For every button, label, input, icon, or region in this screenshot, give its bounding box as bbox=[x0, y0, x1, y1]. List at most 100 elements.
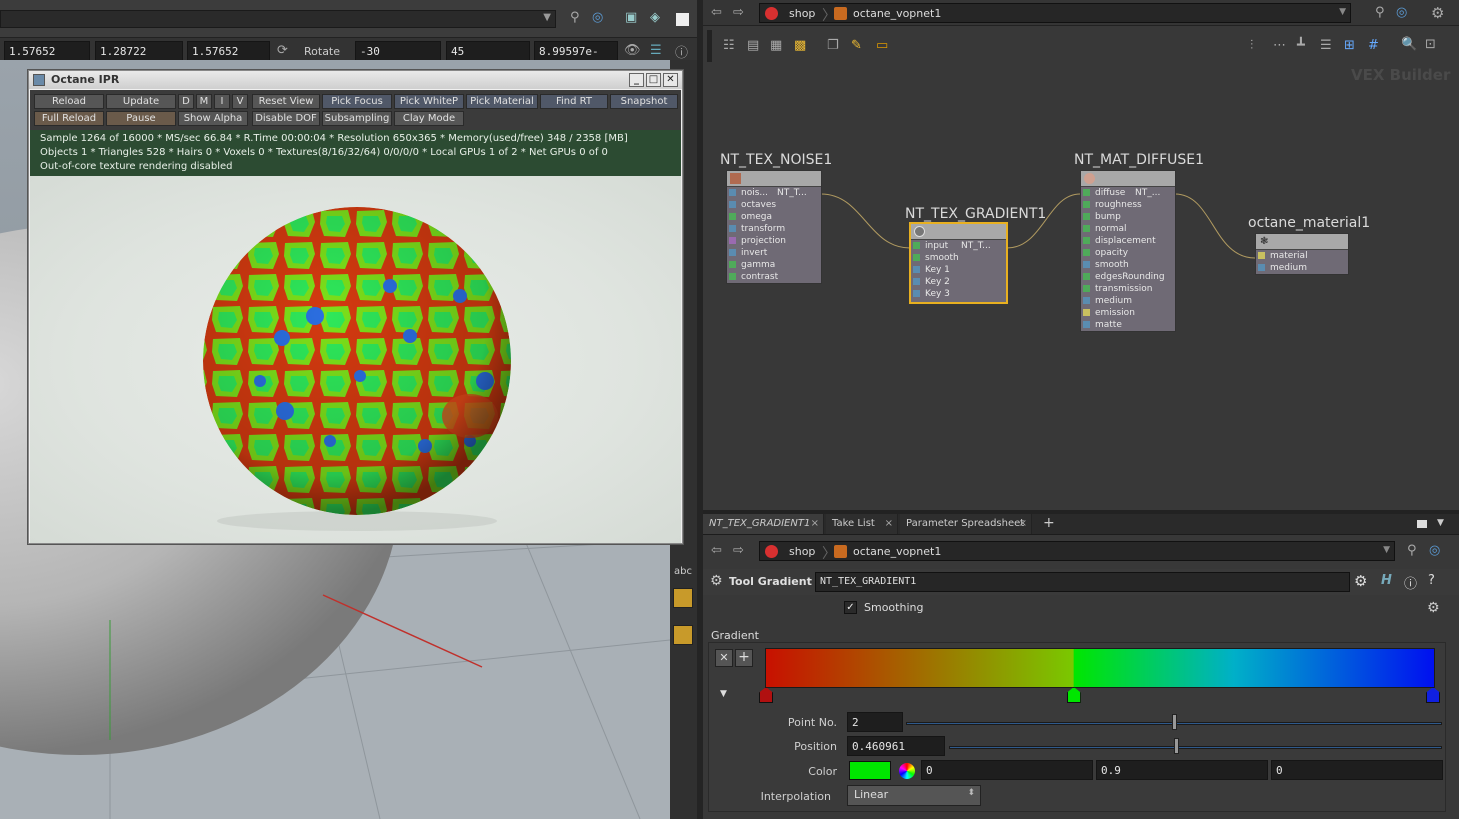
rotate-y-field[interactable]: 45 bbox=[446, 41, 530, 61]
port-smooth[interactable]: smooth bbox=[1081, 259, 1175, 271]
node-noise[interactable]: nois... NT_T... octaves omega transform p… bbox=[726, 170, 822, 284]
target-icon[interactable]: ◎ bbox=[592, 10, 603, 25]
image-icon[interactable] bbox=[673, 588, 693, 608]
port-invert[interactable]: invert bbox=[727, 247, 821, 259]
remove-point-button[interactable]: ✕ bbox=[715, 649, 733, 667]
port-medium[interactable]: medium bbox=[1081, 295, 1175, 307]
d-button[interactable]: D bbox=[178, 94, 194, 109]
port-smooth[interactable]: smooth bbox=[911, 252, 1006, 264]
interpolation-select[interactable]: Linear ⬍ bbox=[847, 785, 981, 806]
port-matte[interactable]: matte bbox=[1081, 319, 1175, 331]
color-wheel-icon[interactable] bbox=[899, 763, 915, 779]
tab-gradient[interactable]: NT_TEX_GRADIENT1 × bbox=[703, 514, 824, 534]
port-contrast[interactable]: contrast bbox=[727, 271, 821, 283]
gradient-ramp[interactable] bbox=[765, 648, 1435, 688]
position-field[interactable]: 0.460961 bbox=[847, 736, 945, 756]
node-material[interactable]: ❃ material medium bbox=[1255, 233, 1349, 275]
node-name-field[interactable]: NT_TEX_GRADIENT1 bbox=[815, 572, 1350, 592]
maximize-icon[interactable]: □ bbox=[646, 73, 661, 87]
port-omega[interactable]: omega bbox=[727, 211, 821, 223]
port-roughness[interactable]: roughness bbox=[1081, 199, 1175, 211]
pick-focus-button[interactable]: Pick Focus bbox=[322, 94, 392, 109]
point-no-field[interactable]: 2 bbox=[847, 712, 903, 732]
octane-title-bar[interactable]: Octane IPR _ □ ✕ bbox=[29, 71, 682, 89]
port-bump[interactable]: bump bbox=[1081, 211, 1175, 223]
add-point-button[interactable]: + bbox=[735, 649, 753, 667]
breadcrumb-vopnet[interactable]: octane_vopnet1 bbox=[853, 545, 941, 558]
help-icon[interactable]: ⓘ bbox=[675, 42, 688, 61]
smoothing-checkbox[interactable]: ✓ bbox=[844, 601, 857, 614]
breadcrumb-shop[interactable]: shop bbox=[789, 545, 815, 558]
node-header[interactable] bbox=[911, 224, 1006, 240]
node-title-material[interactable]: octane_material1 bbox=[1248, 215, 1370, 231]
info-icon[interactable]: ⓘ bbox=[1404, 573, 1417, 592]
v-button[interactable]: V bbox=[232, 94, 248, 109]
port-key3[interactable]: Key 3 bbox=[911, 288, 1006, 300]
reload-button[interactable]: Reload bbox=[34, 94, 104, 109]
find-rt-button[interactable]: Find RT bbox=[540, 94, 608, 109]
node-header[interactable]: ❃ bbox=[1256, 234, 1348, 250]
port-material[interactable]: material bbox=[1256, 250, 1348, 262]
pause-button[interactable]: Pause bbox=[106, 111, 176, 126]
port-key1[interactable]: Key 1 bbox=[911, 264, 1006, 276]
disable-dof-button[interactable]: Disable DOF bbox=[252, 111, 320, 126]
close-icon[interactable]: ✕ bbox=[663, 73, 678, 87]
close-tab-icon[interactable]: × bbox=[811, 514, 819, 534]
help-h-icon[interactable]: H bbox=[1381, 573, 1392, 588]
pick-material-button[interactable]: Pick Material bbox=[466, 94, 538, 109]
subsampling-button[interactable]: Subsampling bbox=[322, 111, 392, 126]
pin-icon[interactable]: ⚲ bbox=[1407, 543, 1417, 558]
port-gamma[interactable]: gamma bbox=[727, 259, 821, 271]
port-projection[interactable]: projection bbox=[727, 235, 821, 247]
scale-y-field[interactable]: 1.28722 bbox=[95, 41, 183, 61]
show-alpha-button[interactable]: Show Alpha bbox=[178, 111, 248, 126]
scale-x-field[interactable]: 1.57652 bbox=[4, 41, 90, 61]
pin-icon[interactable]: ⚲ bbox=[570, 10, 580, 25]
position-slider-handle[interactable] bbox=[1174, 738, 1180, 754]
node-header[interactable] bbox=[727, 171, 821, 187]
gradient-key-green[interactable] bbox=[1066, 687, 1081, 703]
node-header[interactable] bbox=[1081, 171, 1175, 187]
minimize-icon[interactable]: _ bbox=[629, 73, 644, 87]
pane-menu-icon[interactable] bbox=[1417, 520, 1427, 528]
octane-render-view[interactable] bbox=[30, 176, 681, 543]
port-medium[interactable]: medium bbox=[1256, 262, 1348, 274]
port-input[interactable]: input NT_T... bbox=[911, 240, 1006, 252]
port-transform[interactable]: transform bbox=[727, 223, 821, 235]
pick-whitepoint-button[interactable]: Pick WhiteP bbox=[394, 94, 464, 109]
chevron-down-icon[interactable]: ▼ bbox=[1383, 545, 1390, 555]
update-button[interactable]: Update bbox=[106, 94, 176, 109]
node-title-diffuse[interactable]: NT_MAT_DIFFUSE1 bbox=[1074, 152, 1204, 168]
scale-z-field[interactable]: 1.57652 bbox=[187, 41, 270, 61]
port-opacity[interactable]: opacity bbox=[1081, 247, 1175, 259]
lights-icon[interactable]: ◈ bbox=[650, 10, 660, 25]
port-edges-rounding[interactable]: edgesRounding bbox=[1081, 271, 1175, 283]
gear-icon[interactable]: ⚙ bbox=[1427, 600, 1440, 616]
pin-marker-icon[interactable] bbox=[673, 625, 693, 645]
expand-triangle-icon[interactable]: ▼ bbox=[720, 689, 727, 699]
target-icon[interactable]: ◎ bbox=[1429, 543, 1440, 558]
port-key2[interactable]: Key 2 bbox=[911, 276, 1006, 288]
clay-mode-button[interactable]: Clay Mode bbox=[394, 111, 464, 126]
full-reload-button[interactable]: Full Reload bbox=[34, 111, 104, 126]
node-title-gradient[interactable]: NT_TEX_GRADIENT1 bbox=[905, 206, 1046, 222]
close-tab-icon[interactable]: × bbox=[1019, 514, 1027, 534]
i-button[interactable]: I bbox=[214, 94, 230, 109]
m-button[interactable]: M bbox=[196, 94, 212, 109]
point-no-slider-handle[interactable] bbox=[1172, 714, 1177, 730]
port-displacement[interactable]: displacement bbox=[1081, 235, 1175, 247]
viewport-path-field[interactable]: ▼ bbox=[0, 10, 556, 28]
node-title-noise[interactable]: NT_TEX_NOISE1 bbox=[720, 152, 832, 168]
color-r-field[interactable]: 0 bbox=[921, 760, 1093, 780]
gradient-key-blue[interactable] bbox=[1426, 687, 1440, 703]
port-emission[interactable]: emission bbox=[1081, 307, 1175, 319]
help-icon[interactable]: ? bbox=[1428, 573, 1435, 588]
settings-icon[interactable]: ☰ bbox=[650, 43, 662, 58]
parm-breadcrumb[interactable]: shop 〉 octane_vopnet1 ▼ bbox=[759, 541, 1395, 562]
node-gradient[interactable]: input NT_T... smooth Key 1 Key 2 Key 3 bbox=[909, 222, 1008, 304]
port-octaves[interactable]: octaves bbox=[727, 199, 821, 211]
gear-icon[interactable]: ⚙ bbox=[1354, 572, 1367, 590]
port-transmission[interactable]: transmission bbox=[1081, 283, 1175, 295]
chevron-down-icon[interactable]: ▼ bbox=[543, 12, 551, 23]
forward-arrow-icon[interactable]: ⇨ bbox=[733, 543, 744, 558]
